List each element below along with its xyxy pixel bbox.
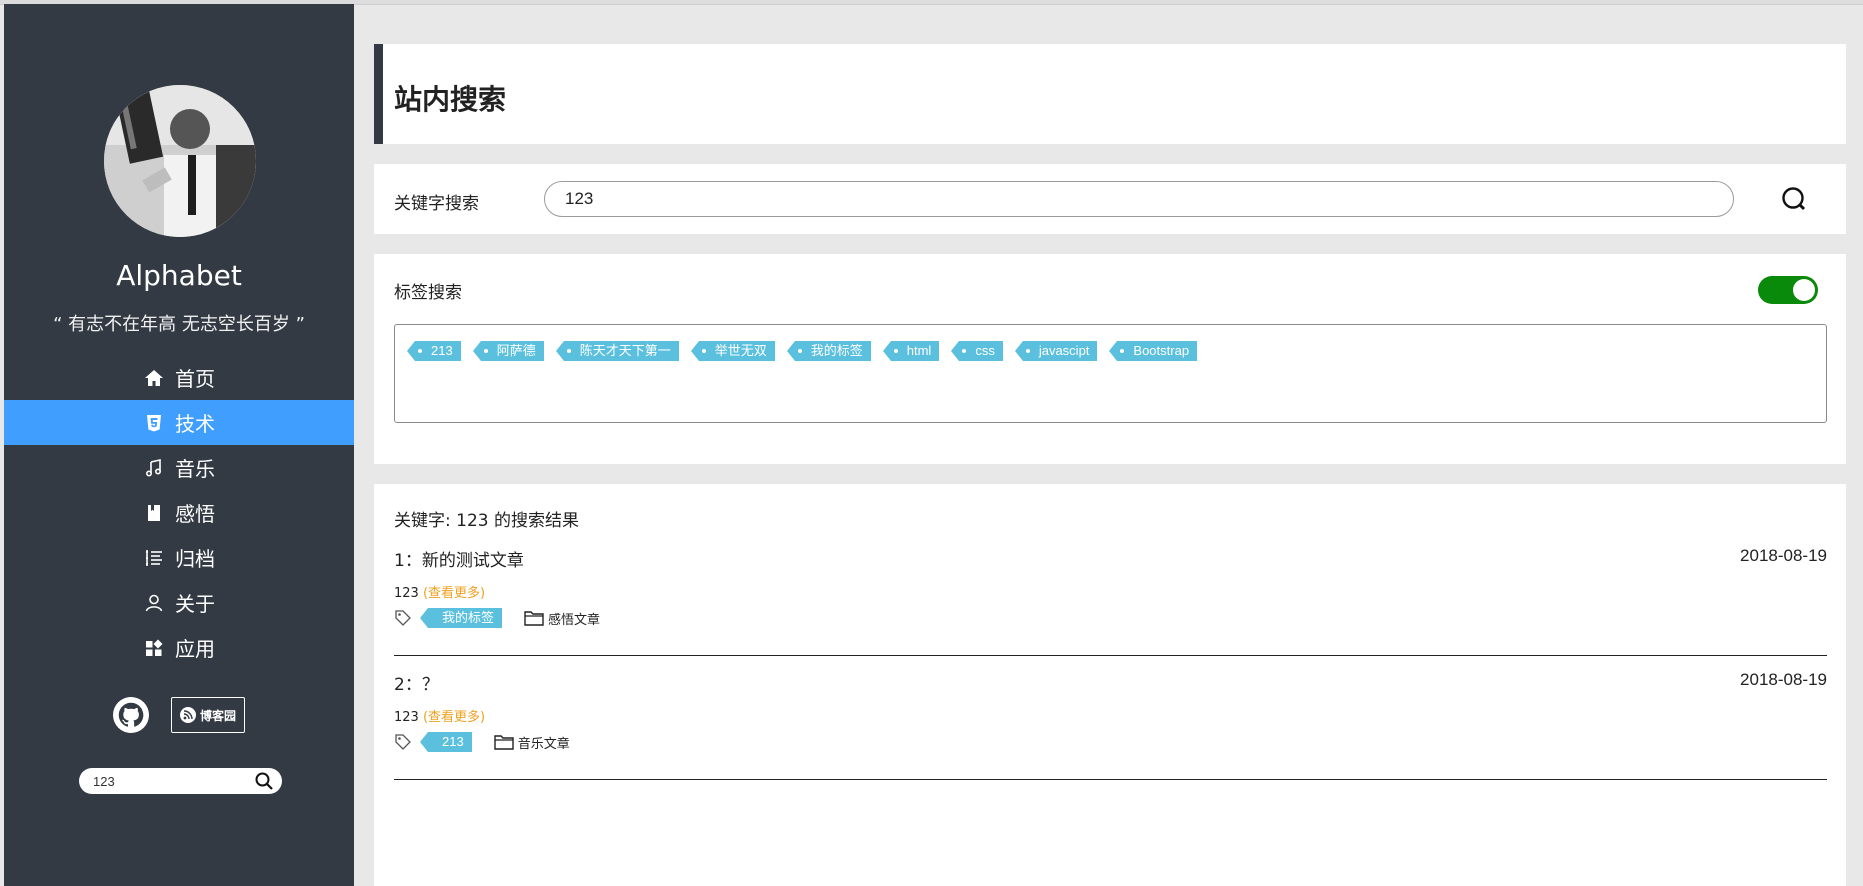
folder-icon [524, 611, 544, 626]
page-title: 站内搜索 [394, 83, 507, 116]
result-item: 2：？ 2018-08-19 123 (查看更多) 213 音乐文章 [394, 670, 1827, 780]
tag-list: 213 阿萨德 陈天才天下第一 举世无双 我的标签 html css javas… [394, 324, 1827, 423]
social-links: 博客园 [4, 697, 354, 733]
tag-chip[interactable]: 我的标签 [786, 341, 871, 361]
nav-item-thoughts[interactable]: 感悟 [4, 490, 354, 535]
search-results-card: 关键字: 123 的搜索结果 1：新的测试文章 2018-08-19 123 (… [374, 484, 1846, 886]
tag-chip[interactable]: 举世无双 [690, 341, 775, 361]
cnblogs-label: 博客园 [199, 708, 236, 723]
nav-item-apps[interactable]: 应用 [4, 625, 354, 670]
bookmark-icon [143, 502, 165, 524]
result-excerpt: 123 (查看更多) [394, 706, 485, 725]
title-accent-bar [374, 44, 383, 144]
result-date: 2018-08-19 [1740, 546, 1827, 565]
nav-item-label: 感悟 [175, 502, 215, 526]
nav-item-music[interactable]: 音乐 [4, 445, 354, 490]
result-category-label: 感悟文章 [548, 612, 601, 628]
avatar [104, 85, 256, 237]
result-excerpt-text: 123 [394, 586, 419, 601]
result-meta: 213 音乐文章 [394, 732, 570, 752]
result-tag[interactable]: 213 [420, 732, 472, 752]
result-meta: 我的标签 感悟文章 [394, 608, 600, 628]
search-icon[interactable] [254, 771, 274, 795]
nav-item-label: 归档 [175, 547, 215, 571]
result-title[interactable]: 2：？ [394, 670, 439, 695]
apps-icon [143, 637, 165, 659]
result-item: 1：新的测试文章 2018-08-19 123 (查看更多) 我的标签 感悟文章 [394, 546, 1827, 656]
tag-chip[interactable]: javascipt [1014, 341, 1098, 361]
keyword-search-button[interactable] [1779, 184, 1811, 216]
result-date: 2018-08-19 [1740, 670, 1827, 689]
nav-item-home[interactable]: 首页 [4, 355, 354, 400]
result-excerpt: 123 (查看更多) [394, 582, 485, 601]
rss-icon [179, 707, 196, 723]
list-icon [143, 547, 165, 569]
user-icon [143, 592, 165, 614]
tag-chip[interactable]: 阿萨德 [472, 341, 544, 361]
motto: “ 有志不在年高 无志空长百岁 ” [53, 314, 305, 335]
result-category[interactable]: 感悟文章 [524, 609, 600, 628]
result-title[interactable]: 1：新的测试文章 [394, 546, 524, 571]
site-name: Alphabet [116, 259, 242, 292]
sidebar-search-input[interactable] [91, 772, 255, 790]
sidebar-search [79, 768, 282, 794]
tag-chip[interactable]: html [882, 341, 940, 361]
read-more-link[interactable]: (查看更多) [423, 586, 485, 601]
tag-search-toggle[interactable] [1758, 276, 1818, 304]
page-title-card: 站内搜索 [374, 44, 1846, 144]
cnblogs-button[interactable]: 博客园 [170, 697, 245, 733]
keyword-search-card: 关键字搜索 [374, 164, 1846, 234]
tag-icon [395, 610, 411, 626]
tag-search-card: 标签搜索 213 阿萨德 陈天才天下第一 举世无双 我的标签 html css … [374, 254, 1846, 464]
nav-item-archive[interactable]: 归档 [4, 535, 354, 580]
result-category[interactable]: 音乐文章 [494, 733, 570, 752]
github-icon[interactable] [112, 697, 149, 733]
tag-chip[interactable]: 陈天才天下第一 [555, 341, 679, 361]
nav-item-label: 应用 [175, 637, 215, 661]
tag-icon [395, 734, 411, 750]
read-more-link[interactable]: (查看更多) [423, 710, 485, 725]
nav-item-label: 关于 [175, 592, 215, 616]
home-icon [143, 367, 165, 389]
nav-item-label: 音乐 [175, 457, 215, 481]
tag-chip[interactable]: 213 [407, 341, 461, 361]
sidebar: Alphabet “ 有志不在年高 无志空长百岁 ” 首页 技术 音乐 感悟 归… [4, 4, 354, 886]
html5-icon [143, 412, 165, 434]
search-icon [1782, 187, 1806, 211]
nav-item-tech[interactable]: 技术 [4, 400, 354, 445]
nav-item-label: 技术 [175, 412, 215, 436]
result-category-label: 音乐文章 [517, 736, 570, 752]
nav-item-label: 首页 [175, 367, 215, 391]
nav-item-about[interactable]: 关于 [4, 580, 354, 625]
result-tag[interactable]: 我的标签 [419, 608, 503, 628]
keyword-search-input[interactable] [544, 181, 1734, 217]
result-excerpt-text: 123 [394, 710, 419, 725]
toggle-knob [1793, 279, 1815, 301]
results-heading: 关键字: 123 的搜索结果 [394, 511, 579, 531]
tag-chip[interactable]: css [951, 341, 1003, 361]
folder-icon [494, 735, 514, 750]
tag-search-label: 标签搜索 [394, 283, 462, 303]
music-note-icon [143, 457, 165, 479]
tag-chip[interactable]: Bootstrap [1109, 341, 1198, 361]
main-nav: 首页 技术 音乐 感悟 归档 关于 应用 [4, 355, 354, 670]
keyword-search-label: 关键字搜索 [394, 194, 479, 214]
